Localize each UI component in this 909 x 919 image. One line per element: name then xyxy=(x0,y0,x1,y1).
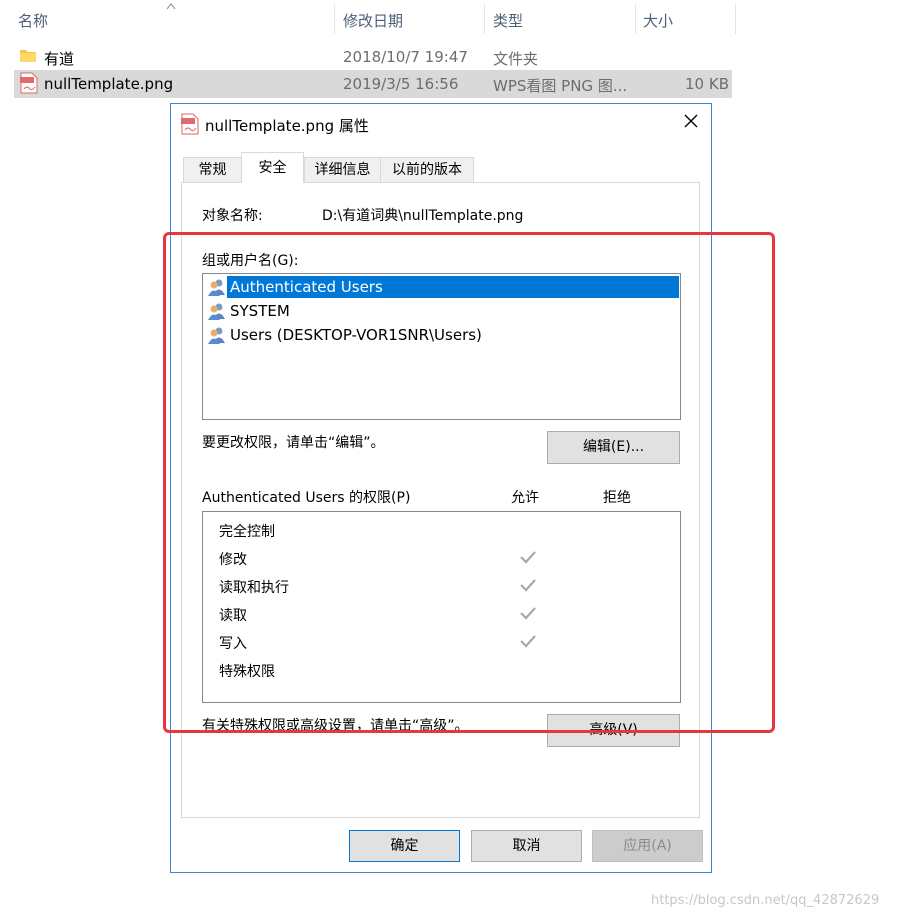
column-divider[interactable] xyxy=(334,4,335,34)
file-name: 有道 xyxy=(44,50,75,68)
column-divider[interactable] xyxy=(735,4,736,34)
object-name-label: 对象名称: xyxy=(202,208,263,224)
close-icon[interactable] xyxy=(682,112,700,130)
column-header-name[interactable]: 名称 xyxy=(18,10,48,31)
png-file-icon xyxy=(20,72,38,94)
cancel-button[interactable]: 取消 xyxy=(471,830,582,862)
object-name-value: D:\有道词典\nullTemplate.png xyxy=(322,208,524,224)
tab-general[interactable]: 常规 xyxy=(183,157,242,182)
apply-button[interactable]: 应用(A) xyxy=(592,830,703,862)
file-date: 2018/10/7 19:47 xyxy=(343,48,468,66)
folder-icon xyxy=(20,50,36,62)
tab-previous-versions[interactable]: 以前的版本 xyxy=(380,157,474,182)
file-size: 10 KB xyxy=(685,75,729,93)
file-row-folder[interactable]: 有道 2018/10/7 19:47 文件夹 xyxy=(14,44,732,70)
column-header-size[interactable]: 大小 xyxy=(643,10,673,31)
file-type: 文件夹 xyxy=(493,50,539,68)
highlight-annotation-box xyxy=(163,232,775,733)
column-divider[interactable] xyxy=(484,4,485,34)
file-type: WPS看图 PNG 图... xyxy=(493,77,628,95)
ok-button[interactable]: 确定 xyxy=(349,830,460,862)
sort-chevron-icon xyxy=(166,3,176,10)
column-divider[interactable] xyxy=(635,4,636,34)
column-header-type[interactable]: 类型 xyxy=(493,10,523,31)
file-date: 2019/3/5 16:56 xyxy=(343,75,459,93)
file-name: nullTemplate.png xyxy=(44,75,174,93)
watermark-text: https://blog.csdn.net/qq_42872629 xyxy=(651,893,880,908)
file-row-png[interactable]: nullTemplate.png 2019/3/5 16:56 WPS看图 PN… xyxy=(14,70,732,98)
dialog-title: nullTemplate.png 属性 xyxy=(205,117,369,135)
column-header-date[interactable]: 修改日期 xyxy=(343,10,403,31)
tab-security[interactable]: 安全 xyxy=(241,152,304,183)
tab-details[interactable]: 详细信息 xyxy=(304,157,381,182)
png-file-icon xyxy=(181,113,199,135)
